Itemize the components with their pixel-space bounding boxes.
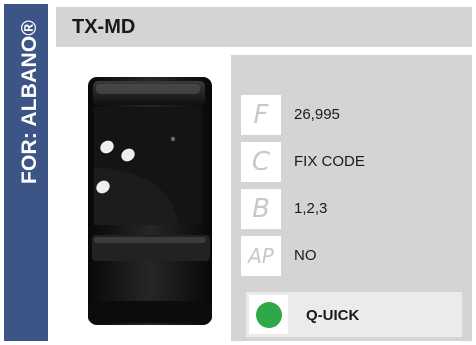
green-dot-icon [255,301,282,328]
frequency-label: F [241,95,281,135]
status-box: Q-UICK [246,292,462,337]
ap-label: AP [241,236,281,276]
remote-control-image [88,77,212,325]
product-title: TX-MD [72,16,136,38]
ap-value: NO [294,247,317,264]
status-indicator [249,295,288,334]
brand-label: FOR: ALBANO® [18,19,41,185]
side-band: FOR: ALBANO® [4,4,48,341]
header-bar: TX-MD [56,7,472,47]
buttons-label: B [241,189,281,229]
spec-panel: F 26,995 C FIX CODE B 1,2,3 AP NO Q-UICK [231,55,472,341]
status-label: Q-UICK [306,307,360,324]
frequency-value: 26,995 [294,106,340,123]
buttons-value: 1,2,3 [294,200,328,217]
code-label: C [241,142,281,182]
code-value: FIX CODE [294,153,365,170]
